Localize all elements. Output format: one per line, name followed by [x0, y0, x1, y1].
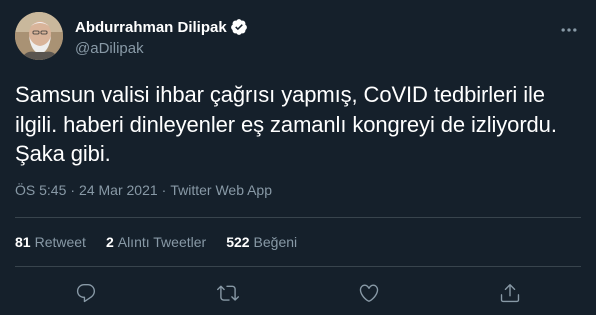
tweet-stats: 81 Retweet 2 Alıntı Tweetler 522 Beğeni [15, 232, 317, 252]
more-options-icon [561, 28, 577, 32]
tweet-card: Abdurrahman Dilipak @aDilipak Samsun val… [0, 0, 596, 315]
tweet-meta: ÖS 5:45 · 24 Mar 2021 · Twitter Web App [15, 180, 272, 200]
like-stat[interactable]: 522 Beğeni [226, 232, 297, 252]
reply-button[interactable] [71, 278, 101, 308]
share-icon [500, 284, 520, 303]
display-name-row: Abdurrahman Dilipak [75, 17, 495, 37]
tweet-actions [0, 278, 596, 308]
reply-icon [76, 284, 96, 303]
user-handle[interactable]: @aDilipak [75, 39, 495, 59]
retweet-button[interactable] [213, 278, 243, 308]
avatar-image [15, 12, 63, 60]
retweet-icon [217, 285, 239, 301]
tweet-text: Samsun valisi ihbar çağrısı yapmış, CoVI… [15, 82, 557, 166]
retweet-count: 81 [15, 234, 31, 250]
quote-count: 2 [105, 234, 114, 250]
quote-stat[interactable]: 2 Alıntı Tweetler [106, 232, 206, 252]
display-name[interactable]: Abdurrahman Dilipak [75, 19, 227, 36]
tweet-time[interactable]: ÖS 5:45 [15, 182, 66, 198]
retweet-stat[interactable]: 81 Retweet [15, 232, 86, 252]
heart-icon [359, 284, 379, 302]
quote-label: Alıntı Tweetler [117, 234, 207, 250]
like-button[interactable] [354, 278, 384, 308]
like-count: 522 [226, 234, 250, 250]
tweet-header: Abdurrahman Dilipak @aDilipak [15, 12, 585, 64]
like-label: Beğeni [253, 234, 298, 250]
meta-separator: · [161, 182, 167, 198]
tweet-date[interactable]: 24 Mar 2021 [79, 182, 158, 198]
meta-separator: · [70, 182, 76, 198]
retweet-label: Retweet [34, 234, 86, 250]
tweet-source[interactable]: Twitter Web App [170, 182, 272, 198]
divider [15, 217, 581, 218]
more-options-button[interactable] [557, 18, 581, 42]
avatar[interactable] [15, 12, 63, 60]
share-button[interactable] [495, 278, 525, 308]
user-names: Abdurrahman Dilipak @aDilipak [75, 17, 495, 59]
verified-badge-icon [230, 18, 248, 36]
divider [15, 266, 581, 267]
